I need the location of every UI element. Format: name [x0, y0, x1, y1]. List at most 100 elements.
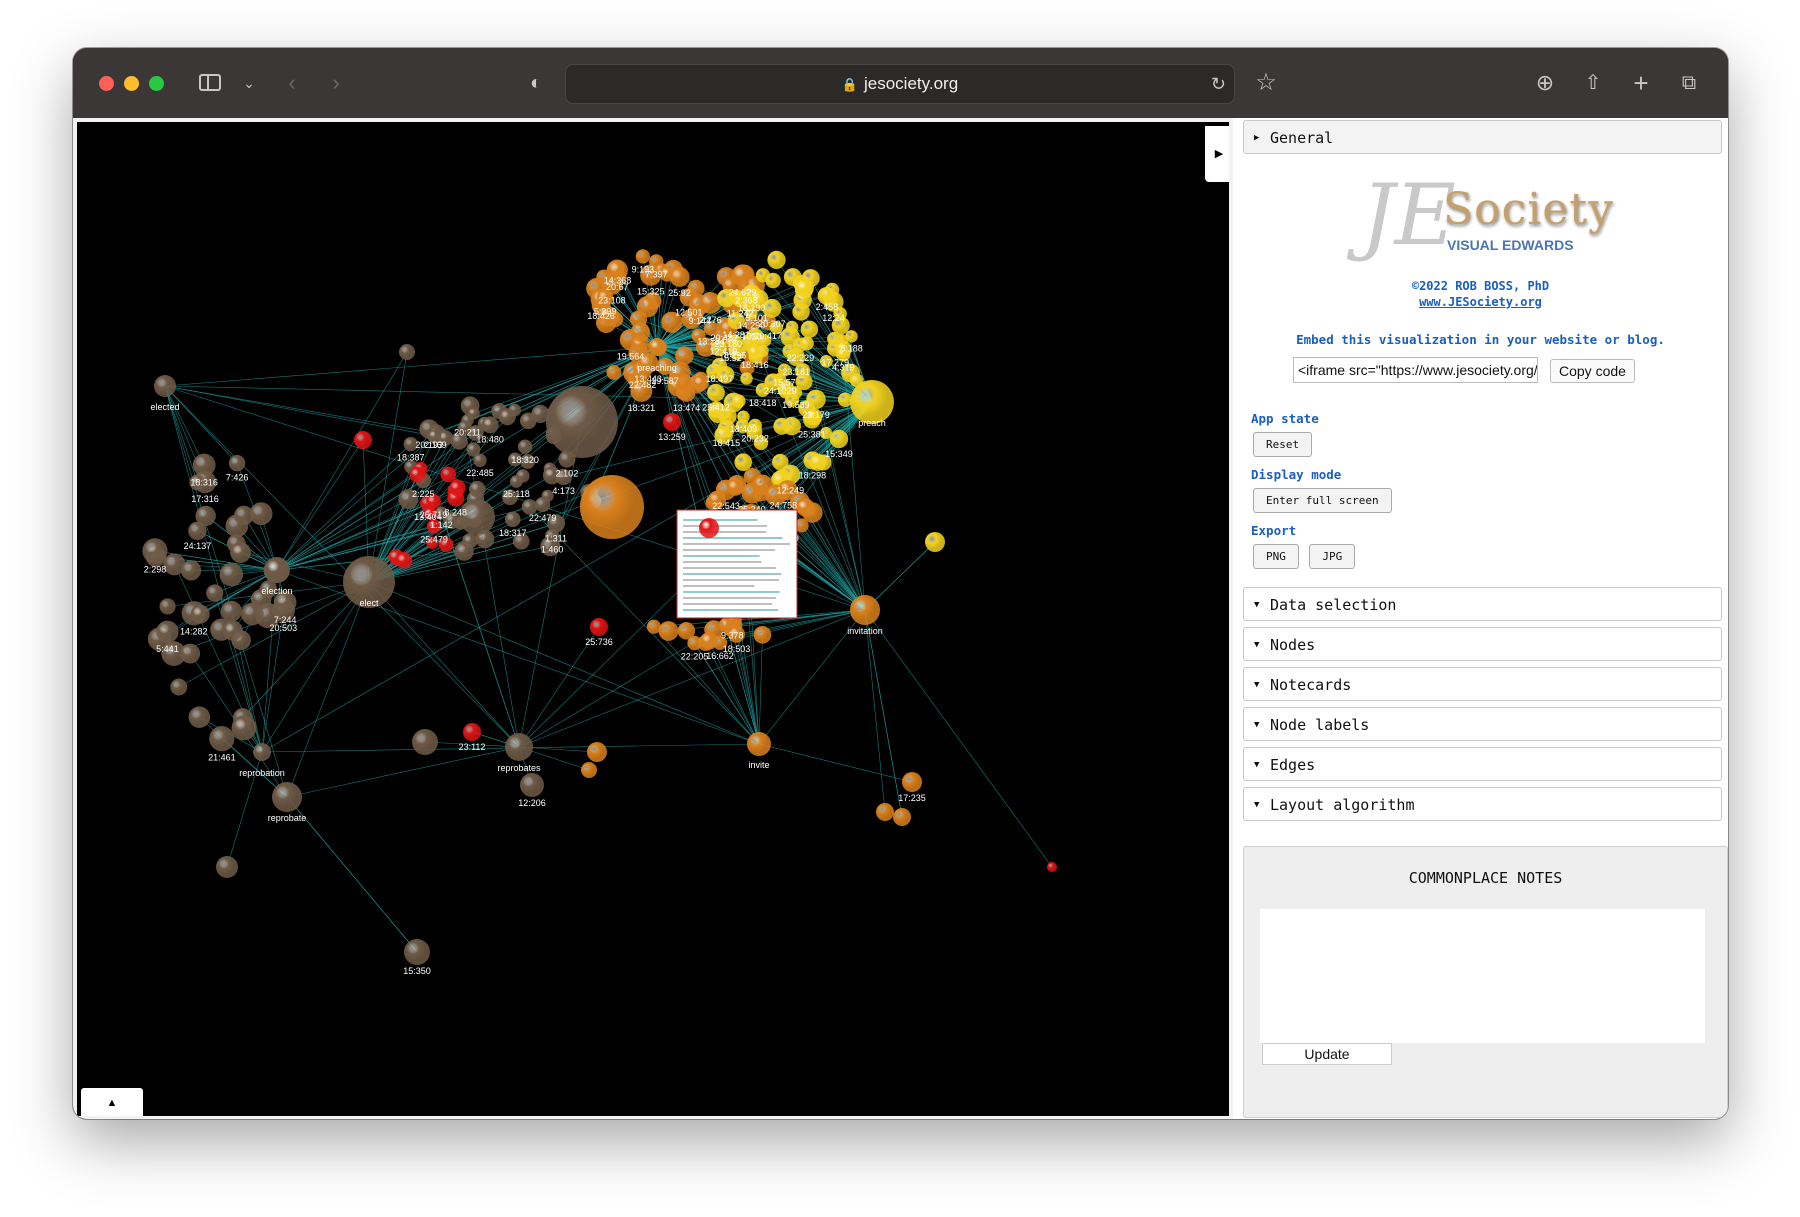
node-label[interactable]: 12:24	[822, 313, 845, 323]
node-label[interactable]: 13:474	[673, 403, 701, 413]
graph-node[interactable]	[222, 620, 243, 641]
graph-node[interactable]	[467, 407, 480, 420]
hub-node[interactable]	[747, 732, 771, 756]
sidebar-icon[interactable]	[199, 74, 221, 91]
graph-node[interactable]	[773, 417, 791, 435]
graph-node[interactable]	[188, 706, 211, 728]
node-label[interactable]: 5:441	[156, 644, 179, 654]
node-label[interactable]: 2:102	[556, 469, 579, 479]
hub-label[interactable]: elect	[359, 598, 379, 608]
graph-node[interactable]	[412, 729, 438, 755]
node-label[interactable]: 1:460	[541, 544, 564, 554]
node-label[interactable]: 18:387	[397, 452, 425, 462]
notecard-node[interactable]	[699, 518, 719, 538]
node-label[interactable]: 2:298	[144, 564, 167, 574]
node-label[interactable]: 25:118	[503, 489, 530, 499]
hub-label[interactable]: invite	[748, 760, 769, 770]
tabs-overview-icon[interactable]: ⧉	[1674, 68, 1704, 98]
node-label[interactable]: 21:461	[208, 752, 236, 762]
forward-icon[interactable]: ›	[321, 68, 351, 98]
edges-toggle[interactable]: ▼ Edges	[1243, 747, 1722, 781]
expand-bottom-button[interactable]: ▲	[81, 1088, 143, 1116]
graph-node[interactable]	[635, 249, 650, 264]
hub-label[interactable]: election	[261, 586, 292, 596]
graph-node[interactable]	[440, 466, 457, 483]
close-window-button[interactable]	[99, 76, 114, 91]
node-label[interactable]: 8:248	[444, 508, 467, 518]
node-label[interactable]: 24:137	[184, 541, 212, 551]
node-label[interactable]: 18:321	[628, 403, 656, 413]
graph-node[interactable]	[449, 479, 466, 497]
node-label[interactable]: 17:235	[898, 793, 926, 803]
node-label[interactable]: 8:188	[840, 344, 863, 354]
graph-node[interactable]	[800, 336, 814, 351]
graph-nodes[interactable]	[142, 249, 1057, 965]
reset-button[interactable]: Reset	[1253, 432, 1313, 457]
graph-node[interactable]	[581, 762, 597, 778]
hub-label[interactable]: elected	[150, 402, 179, 412]
graph-node[interactable]	[468, 480, 486, 498]
node-label[interactable]: 2:368	[735, 295, 758, 305]
graph-node[interactable]	[399, 344, 415, 360]
copy-code-button[interactable]: Copy code	[1550, 359, 1635, 383]
node-label[interactable]: 15:325	[637, 287, 665, 297]
graph-node[interactable]	[741, 482, 763, 504]
network-visualization[interactable]: elected election elect reprobation reprobate…	[77, 122, 1229, 1116]
graph-edge[interactable]	[758, 743, 913, 783]
hub-label[interactable]: preaching	[637, 363, 677, 373]
node-label[interactable]: 19:539	[782, 400, 810, 410]
node-label[interactable]: 22:205	[681, 651, 709, 661]
node-label[interactable]: 24:1029	[764, 386, 797, 396]
hub-label[interactable]: reprobation	[239, 768, 285, 778]
node-label[interactable]: 15:349	[825, 449, 853, 459]
node-label[interactable]: 7:244	[274, 615, 297, 625]
node-label[interactable]: 14:282	[180, 626, 208, 636]
update-button[interactable]: Update	[1262, 1043, 1392, 1065]
node-label[interactable]: 9:193	[632, 265, 655, 275]
node-label[interactable]: 22:229	[787, 353, 815, 363]
graph-node[interactable]	[230, 542, 251, 563]
node-label[interactable]: 2:276	[699, 315, 722, 325]
hub-label[interactable]: reprobate	[268, 813, 307, 823]
minimize-window-button[interactable]	[124, 76, 139, 91]
new-tab-icon[interactable]: +	[1626, 68, 1656, 98]
node-label[interactable]: 24:758	[770, 501, 798, 511]
graph-canvas[interactable]: elected election elect reprobation reprobate…	[77, 122, 1229, 1116]
node-label[interactable]: 18:317	[499, 528, 527, 538]
notecards-toggle[interactable]: ▼ Notecards	[1243, 667, 1722, 701]
node-label[interactable]: 7:426	[226, 472, 249, 482]
node-label[interactable]: 2:169	[424, 440, 447, 450]
graph-node[interactable]	[800, 320, 819, 339]
graph-edge[interactable]	[864, 609, 1053, 868]
graph-node[interactable]	[404, 939, 430, 965]
graph-node[interactable]	[219, 562, 244, 587]
node-label[interactable]: 1:311	[545, 533, 567, 543]
graph-edge[interactable]	[656, 273, 668, 348]
node-label[interactable]: 12:249	[777, 485, 805, 495]
graph-node[interactable]	[409, 466, 426, 483]
graph-edge[interactable]	[864, 609, 886, 813]
graph-node[interactable]	[902, 772, 922, 792]
graph-edge[interactable]	[286, 581, 370, 798]
data-selection-toggle[interactable]: ▼ Data selection	[1243, 587, 1722, 621]
download-icon[interactable]: ⊕	[1530, 68, 1560, 98]
node-label[interactable]: 18:497	[706, 374, 734, 384]
graph-edge[interactable]	[286, 796, 418, 953]
notecard-popup[interactable]	[676, 509, 798, 619]
hub-node[interactable]	[253, 743, 271, 761]
node-label[interactable]: 18:320	[511, 455, 539, 465]
hub-label[interactable]: preach	[858, 418, 886, 428]
hub-node[interactable]	[648, 338, 666, 356]
node-label[interactable]: 25:479	[420, 535, 448, 545]
graph-node[interactable]	[845, 330, 858, 343]
hub-node[interactable]	[264, 557, 290, 583]
node-label[interactable]: 18:409	[730, 424, 758, 434]
graph-node[interactable]	[516, 469, 530, 483]
node-label[interactable]: 2:458	[816, 302, 839, 312]
graph-edge[interactable]	[164, 385, 198, 483]
node-label[interactable]: 22:485	[466, 468, 494, 478]
graph-node[interactable]	[195, 505, 216, 527]
graph-node[interactable]	[142, 538, 168, 564]
graph-node[interactable]	[209, 726, 235, 752]
graph-node[interactable]	[740, 372, 753, 385]
